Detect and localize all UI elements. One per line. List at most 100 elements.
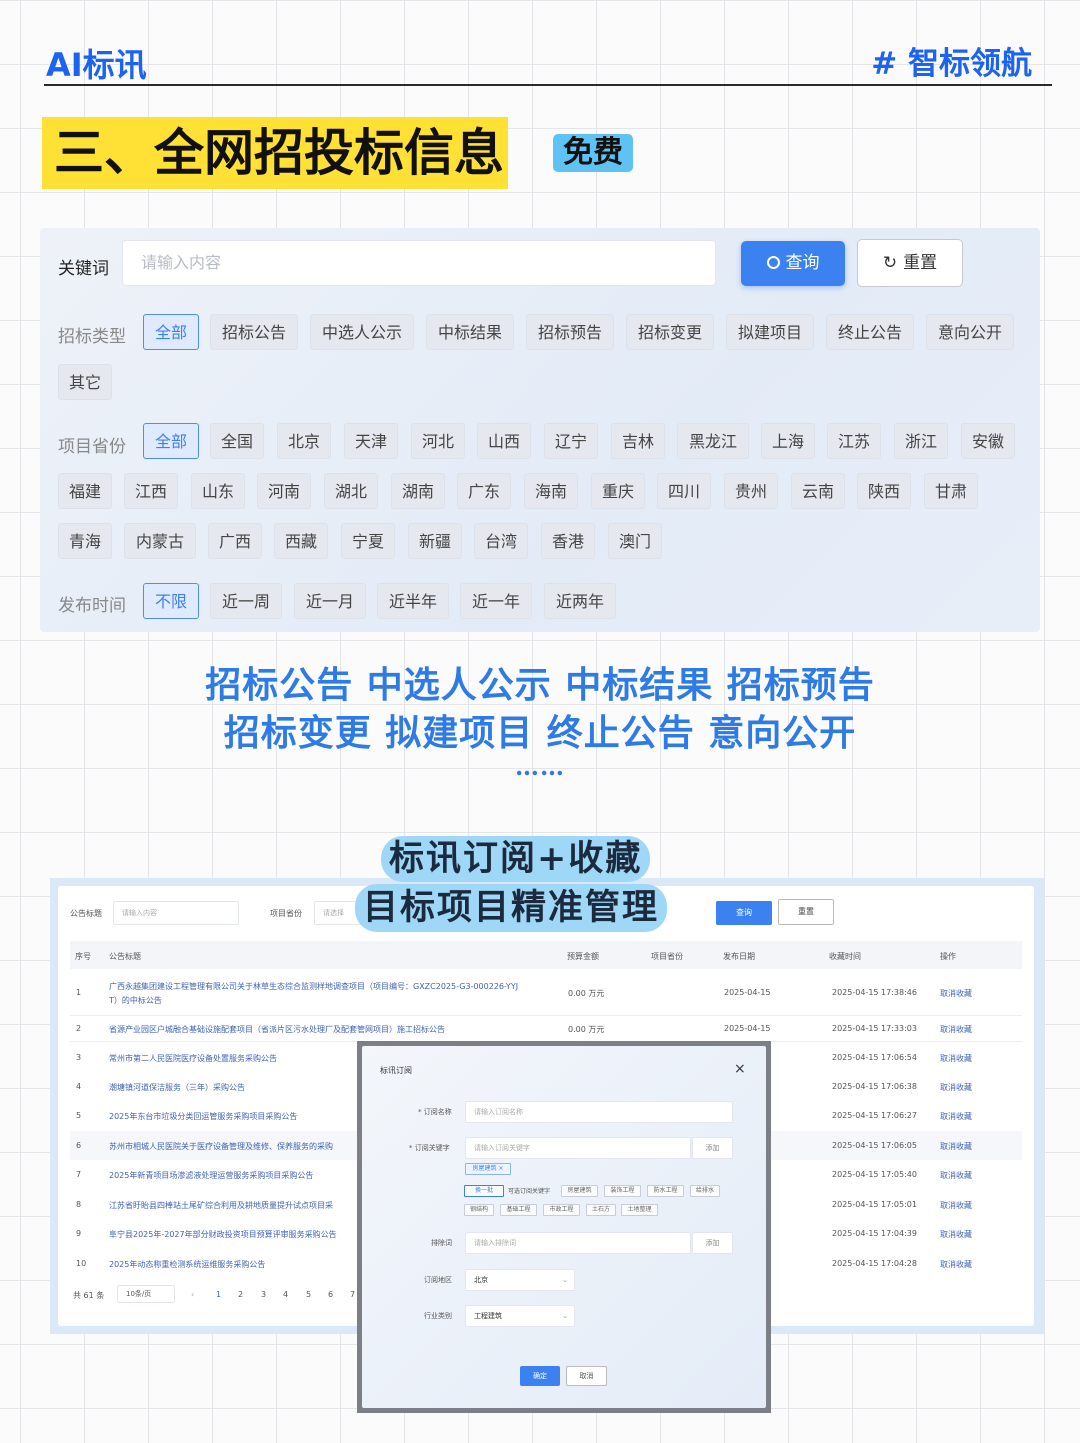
province-chip[interactable]: 内蒙古 [124,523,196,559]
page-number[interactable]: 6 [328,1290,333,1299]
row-title-link[interactable]: 2025年动态称重检测系统运维服务采购公告 [109,1259,265,1270]
suggested-keyword[interactable]: 钢结构 [464,1204,494,1216]
row-title-link[interactable]: 广西永越集团建设工程管理有限公司关于林草生态综合监测样地调查项目（项目编号：GX… [109,981,518,992]
province-chip[interactable]: 安徽 [961,423,1015,459]
region-select[interactable]: 北京 ⌄ [465,1269,575,1291]
type-chip[interactable]: 其它 [58,364,112,400]
province-chip[interactable]: 山西 [477,423,531,459]
confirm-button[interactable]: 确定 [520,1366,560,1386]
type-chip[interactable]: 意向公开 [926,314,1014,350]
page-number[interactable]: 5 [306,1290,311,1299]
province-chip[interactable]: 青海 [58,523,112,559]
province-chip[interactable]: 西藏 [274,523,328,559]
suggested-keyword[interactable]: 给排水 [690,1185,720,1197]
selected-keyword-tag[interactable]: 房屋建筑 × [465,1163,511,1175]
province-chip[interactable]: 贵州 [724,473,778,509]
time-chip[interactable]: 近两年 [544,583,616,619]
exclude-input[interactable]: 请输入排除词 [465,1232,691,1254]
unfavorite-link[interactable]: 取消收藏 [940,1200,972,1211]
add-keyword-button[interactable]: 添加 [692,1137,733,1159]
type-chip[interactable]: 全部 [143,314,199,350]
province-chip[interactable]: 广东 [457,473,511,509]
cancel-button[interactable]: 取消 [566,1366,607,1386]
page-number[interactable]: 7 [350,1290,355,1299]
time-chip[interactable]: 不限 [143,583,199,619]
suggested-keyword[interactable]: 房屋建筑 [561,1185,598,1197]
time-chip[interactable]: 近一周 [210,583,282,619]
province-chip[interactable]: 河南 [257,473,311,509]
row-title-link[interactable]: 潮塘镇河道保洁服务（三年）采购公告 [109,1082,245,1093]
province-chip[interactable]: 辽宁 [544,423,598,459]
province-chip[interactable]: 澳门 [608,523,662,559]
province-chip[interactable]: 天津 [344,423,398,459]
province-chip[interactable]: 山东 [191,473,245,509]
page-number[interactable]: 3 [261,1290,266,1299]
prev-page-icon[interactable]: ‹ [191,1290,194,1299]
unfavorite-link[interactable]: 取消收藏 [940,1024,972,1035]
type-chip[interactable]: 拟建项目 [726,314,814,350]
province-chip[interactable]: 湖南 [391,473,445,509]
page-number[interactable]: 4 [283,1290,288,1299]
unfavorite-link[interactable]: 取消收藏 [940,1170,972,1181]
province-chip[interactable]: 全部 [143,423,199,459]
unfavorite-link[interactable]: 取消收藏 [940,1082,972,1093]
row-title-link-cont[interactable]: T）的中标公告 [109,995,162,1006]
industry-select[interactable]: 工程建筑 ⌄ [465,1305,575,1327]
page-number[interactable]: 1 [216,1290,221,1299]
province-chip[interactable]: 四川 [657,473,711,509]
type-chip[interactable]: 招标变更 [626,314,714,350]
type-chip[interactable]: 终止公告 [826,314,914,350]
row-title-link[interactable]: 2025年东台市垃圾分类回运管服务采购项目采购公告 [109,1111,297,1122]
province-chip[interactable]: 台湾 [474,523,528,559]
province-chip[interactable]: 新疆 [408,523,462,559]
province-chip[interactable]: 云南 [791,473,845,509]
province-chip[interactable]: 甘肃 [924,473,978,509]
suggested-keyword[interactable]: 基础工程 [500,1204,537,1216]
row-title-link[interactable]: 苏州市相城人民医院关于医疗设备管理及维修、保养服务的采购 [109,1141,333,1152]
suggested-keyword[interactable]: 市政工程 [543,1204,580,1216]
type-chip[interactable]: 中标结果 [426,314,514,350]
mini-reset-button[interactable]: 重置 [778,899,834,925]
province-chip[interactable]: 湖北 [324,473,378,509]
province-chip[interactable]: 广西 [208,523,262,559]
province-chip[interactable]: 香港 [541,523,595,559]
type-chip[interactable]: 中选人公示 [310,314,414,350]
province-chip[interactable]: 宁夏 [341,523,395,559]
type-chip[interactable]: 招标公告 [210,314,298,350]
type-chip[interactable]: 招标预告 [526,314,614,350]
row-title-link[interactable]: 阜宁县2025年-2027年部分财政投资项目预算评审服务采购公告 [109,1229,337,1240]
suggested-keyword[interactable]: 土地整理 [621,1204,658,1216]
sub-keyword-input[interactable]: 请输入订阅关键字 [465,1137,691,1159]
mini-title-input[interactable]: 请输入内容 [113,901,239,925]
unfavorite-link[interactable]: 取消收藏 [940,988,972,999]
time-chip[interactable]: 近一年 [460,583,532,619]
page-size-select[interactable]: 10条/页 [117,1285,175,1303]
suggested-keyword[interactable]: 土石方 [586,1204,616,1216]
unfavorite-link[interactable]: 取消收藏 [940,1111,972,1122]
suggested-keyword[interactable]: 装饰工程 [604,1185,641,1197]
unfavorite-link[interactable]: 取消收藏 [940,1053,972,1064]
unfavorite-link[interactable]: 取消收藏 [940,1259,972,1270]
refresh-suggestions-button[interactable]: 换一批 [464,1185,504,1197]
sub-name-input[interactable]: 请输入订阅名称 [465,1101,733,1123]
add-exclude-button[interactable]: 添加 [692,1232,733,1254]
mini-query-button[interactable]: 查询 [716,901,772,925]
close-icon[interactable]: × [734,1061,746,1077]
row-title-link[interactable]: 省源产业园区户城融合基础设施配套项目（省派片区污水处理厂及配套管网项目）施工招标… [109,1024,445,1035]
page-number[interactable]: 2 [238,1290,243,1299]
time-chip[interactable]: 近半年 [377,583,449,619]
query-button[interactable]: 查询 [741,241,845,286]
province-chip[interactable]: 浙江 [894,423,948,459]
province-chip[interactable]: 黑龙江 [677,423,749,459]
province-chip[interactable]: 吉林 [611,423,665,459]
unfavorite-link[interactable]: 取消收藏 [940,1229,972,1240]
suggested-keyword[interactable]: 防水工程 [647,1185,684,1197]
province-chip[interactable]: 全国 [210,423,264,459]
province-chip[interactable]: 河北 [411,423,465,459]
reset-button[interactable]: ↻ 重置 [857,239,963,287]
province-chip[interactable]: 江苏 [827,423,881,459]
province-chip[interactable]: 重庆 [591,473,645,509]
unfavorite-link[interactable]: 取消收藏 [940,1141,972,1152]
time-chip[interactable]: 近一月 [294,583,366,619]
province-chip[interactable]: 福建 [58,473,112,509]
